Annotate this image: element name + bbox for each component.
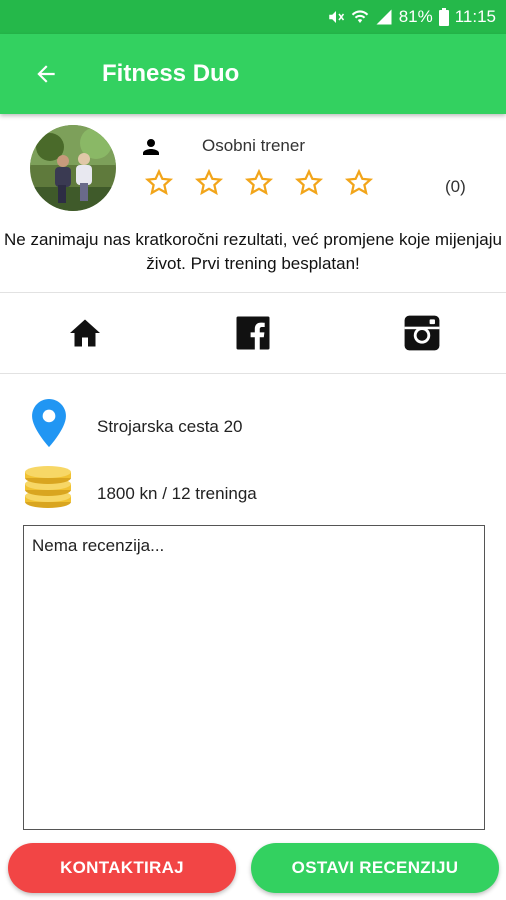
- price-text: 1800 kn / 12 treninga: [97, 484, 257, 503]
- home-button[interactable]: [65, 313, 105, 353]
- status-bar: 81% 11:15: [0, 0, 506, 34]
- avatar: [30, 125, 116, 211]
- divider: [0, 292, 506, 293]
- person-icon: [139, 135, 163, 159]
- app-bar: Fitness Duo: [0, 34, 506, 114]
- address-row: Strojarska cesta 20: [0, 397, 506, 447]
- mute-icon: [327, 8, 345, 26]
- coins-icon: [23, 464, 73, 515]
- rating-count: (0): [445, 177, 466, 196]
- star-icon[interactable]: [294, 168, 324, 198]
- battery-icon: [438, 8, 449, 26]
- trainer-type-label: Osobni trener: [202, 136, 305, 155]
- location-pin-icon: [32, 399, 66, 452]
- star-icon[interactable]: [144, 168, 174, 198]
- star-icon[interactable]: [244, 168, 274, 198]
- star-icon[interactable]: [344, 168, 374, 198]
- divider: [0, 373, 506, 374]
- clock: 11:15: [454, 7, 496, 26]
- instagram-button[interactable]: [402, 313, 442, 353]
- contact-button[interactable]: KONTAKTIRAJ: [8, 843, 236, 893]
- wifi-icon: [351, 8, 369, 26]
- instagram-icon: [404, 315, 440, 351]
- facebook-button[interactable]: [233, 313, 273, 353]
- reviews-list[interactable]: Nema recenzija...: [23, 525, 485, 830]
- battery-percent: 81%: [398, 7, 433, 26]
- price-row: 1800 kn / 12 treninga: [0, 462, 506, 512]
- leave-review-button[interactable]: OSTAVI RECENZIJU: [251, 843, 499, 893]
- social-links: [0, 297, 506, 373]
- back-button[interactable]: [16, 44, 76, 104]
- page-title: Fitness Duo: [102, 60, 240, 87]
- empty-reviews-text: Nema recenzija...: [32, 536, 165, 555]
- signal-icon: [375, 8, 393, 26]
- home-icon: [70, 319, 100, 347]
- address-text: Strojarska cesta 20: [97, 417, 243, 436]
- facebook-icon: [236, 316, 270, 350]
- rating-stars: [144, 168, 374, 198]
- star-icon[interactable]: [194, 168, 224, 198]
- arrow-back-icon: [37, 65, 55, 83]
- trainer-description: Ne zanimaju nas kratkoročni rezultati, v…: [4, 230, 502, 273]
